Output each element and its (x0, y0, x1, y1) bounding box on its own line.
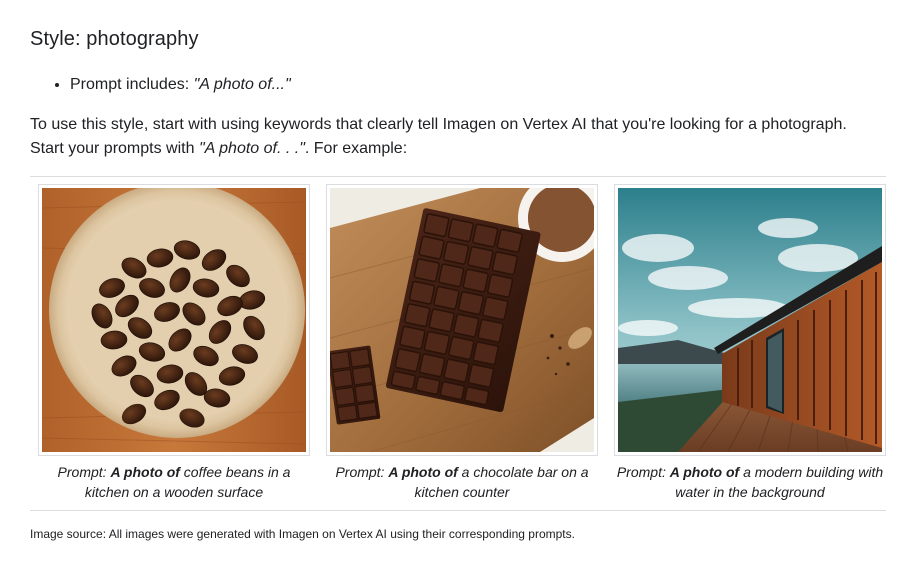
caption-prefix: Prompt: (616, 464, 670, 480)
image-frame (38, 184, 310, 456)
bullet-example: "A photo of..." (193, 76, 291, 93)
bullet-label: Prompt includes: (70, 76, 194, 93)
coffee-beans-photo (42, 188, 306, 452)
caption-bold: A photo of (669, 464, 740, 480)
intro-paragraph: To use this style, start with using keyw… (30, 113, 880, 161)
figure-caption: Prompt: A photo of a chocolate bar on a … (326, 462, 598, 502)
bottom-divider (30, 510, 886, 511)
figure-caption: Prompt: A photo of coffee beans in a kit… (38, 462, 310, 502)
image-source-note: Image source: All images were generated … (30, 527, 575, 541)
intro-line-2-example: "A photo of. . ." (198, 140, 305, 157)
intro-line-1: To use this style, start with using keyw… (30, 116, 847, 133)
caption-prefix: Prompt: (335, 464, 389, 480)
figure-coffee-beans: Prompt: A photo of coffee beans in a kit… (38, 184, 310, 502)
modern-building-photo (618, 188, 882, 452)
image-frame (614, 184, 886, 456)
intro-line-2-suffix: . For example: (304, 140, 408, 157)
figure-caption: Prompt: A photo of a modern building wit… (614, 462, 886, 502)
image-frame (326, 184, 598, 456)
section-heading: Style: photography (30, 28, 199, 50)
caption-bold: A photo of (388, 464, 458, 480)
figure-modern-building: Prompt: A photo of a modern building wit… (614, 184, 886, 502)
caption-prefix: Prompt: (57, 464, 111, 480)
page: Style: photography Prompt includes: "A p… (0, 0, 902, 564)
caption-bold: A photo of (110, 464, 180, 480)
chocolate-bar-photo (330, 188, 594, 452)
top-divider (30, 176, 886, 177)
figure-chocolate-bar: Prompt: A photo of a chocolate bar on a … (326, 184, 598, 502)
bullet-item: Prompt includes: "A photo of..." (70, 74, 291, 95)
intro-line-2-prefix: Start your prompts with (30, 140, 199, 157)
prompt-bullet-list: Prompt includes: "A photo of..." (30, 74, 291, 95)
